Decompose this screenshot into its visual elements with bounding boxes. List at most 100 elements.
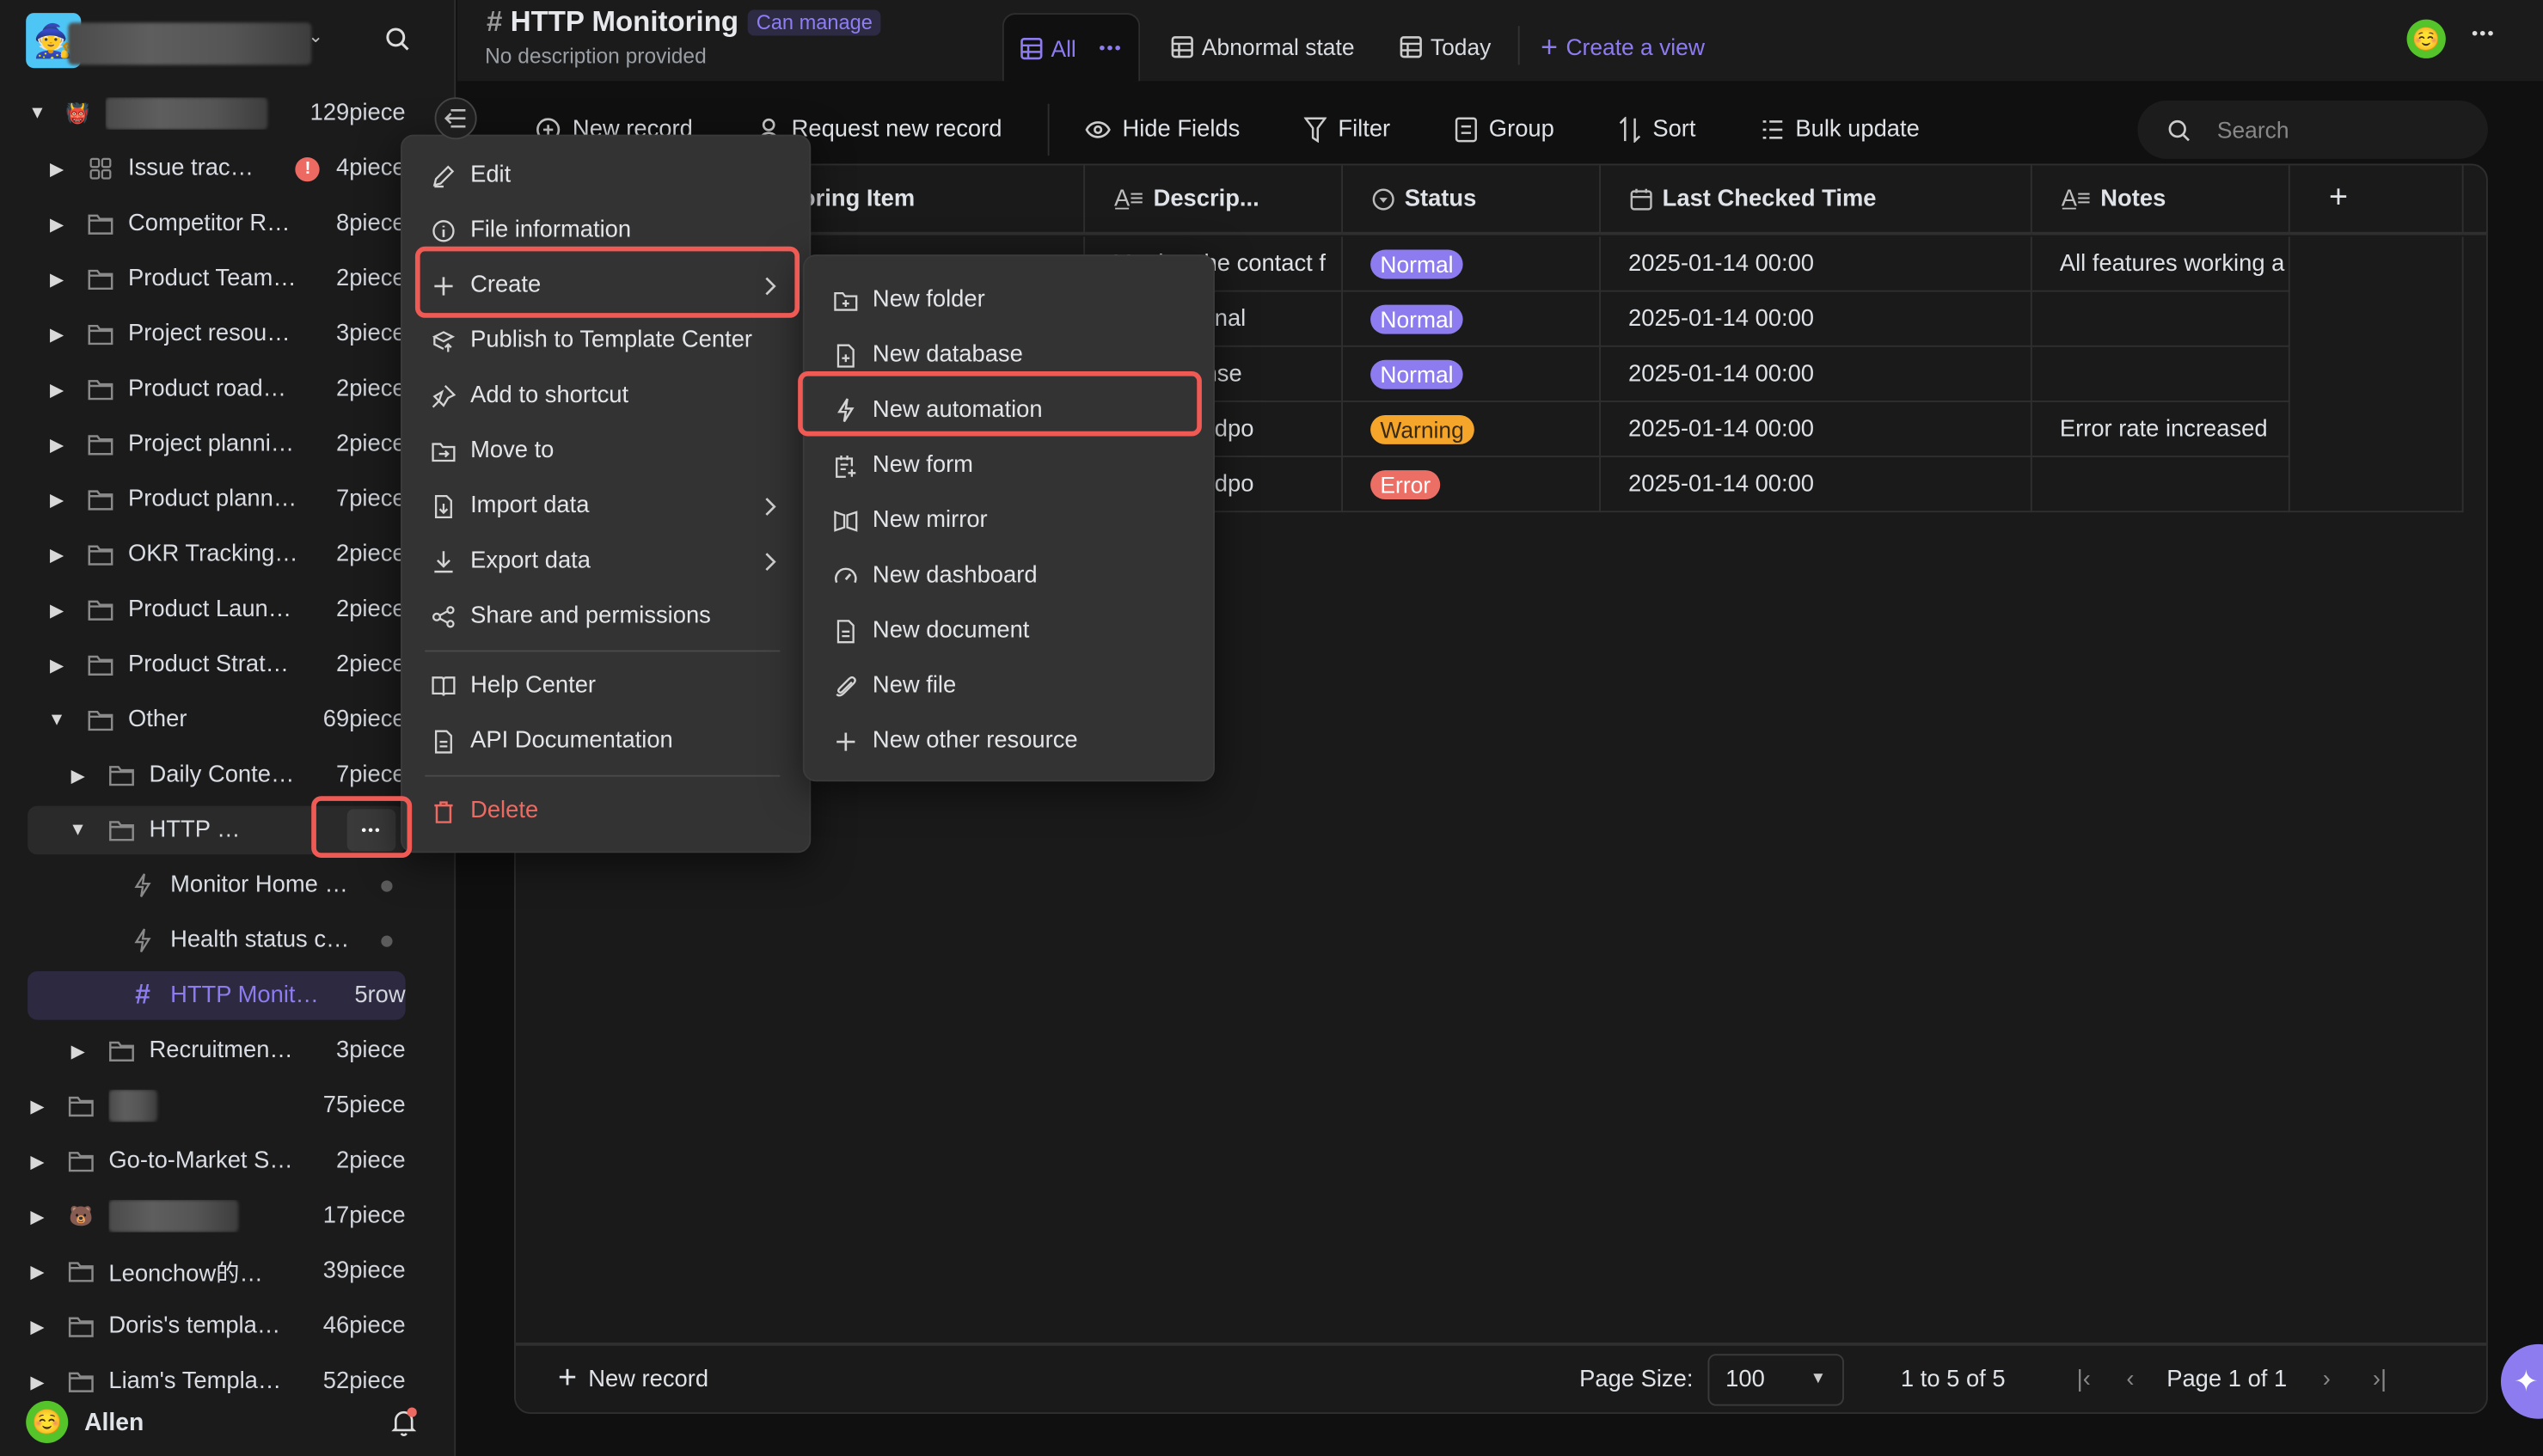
menu-item-import-data[interactable]: Import data bbox=[415, 479, 796, 534]
cell-last-checked-time[interactable]: 2025-01-14 00:00 bbox=[1600, 456, 2032, 513]
collaborator-avatar[interactable]: ☺️ bbox=[2406, 19, 2446, 58]
sidebar-item[interactable]: ▶ 75piece bbox=[28, 1081, 406, 1130]
cell-last-checked-time[interactable]: 2025-01-14 00:00 bbox=[1600, 291, 2032, 347]
sidebar-item[interactable]: Health status c… bbox=[28, 916, 406, 965]
prev-page-icon[interactable]: ‹ bbox=[2126, 1366, 2134, 1392]
caret-right-icon[interactable]: ▶ bbox=[47, 489, 67, 511]
sidebar-item[interactable]: ▶ Issue trac…! 4piece bbox=[28, 144, 406, 193]
sort-button[interactable]: Sort bbox=[1619, 110, 1696, 149]
cell-last-checked-time[interactable]: 2025-01-14 00:00 bbox=[1600, 346, 2032, 402]
menu-item-file-information[interactable]: File information bbox=[415, 203, 796, 258]
view-more-icon[interactable]: ••• bbox=[1099, 38, 1122, 58]
caret-right-icon[interactable]: ▶ bbox=[28, 1206, 47, 1227]
menu-item-create[interactable]: Create bbox=[415, 258, 796, 313]
next-page-icon[interactable]: › bbox=[2323, 1366, 2331, 1392]
column-header-notes[interactable]: A̲≡ Notes bbox=[2031, 165, 2290, 236]
ai-assistant-button[interactable]: ✦ bbox=[2500, 1343, 2543, 1419]
group-button[interactable]: Group bbox=[1455, 110, 1554, 149]
cell-status[interactable]: Normal bbox=[1343, 236, 1601, 292]
filter-button[interactable]: Filter bbox=[1303, 110, 1390, 149]
caret-right-icon[interactable]: ▶ bbox=[47, 158, 67, 180]
view-tab-today[interactable]: Today bbox=[1400, 13, 1491, 81]
sidebar-item[interactable]: ▶ Recruitmen… 3piece bbox=[28, 1026, 406, 1075]
sidebar-item[interactable]: ▶ Product Laun… 2piece bbox=[28, 585, 406, 634]
search-input[interactable]: Search bbox=[2137, 100, 2488, 159]
view-tab-abnormal-state[interactable]: Abnormal state bbox=[1171, 13, 1355, 81]
caret-down-icon[interactable]: ▼ bbox=[47, 710, 67, 730]
caret-right-icon[interactable]: ▶ bbox=[47, 654, 67, 676]
cell-status[interactable]: Warning bbox=[1343, 401, 1601, 457]
cell-notes[interactable] bbox=[2031, 456, 2290, 513]
sidebar-item[interactable]: ▶ Leonchow的… 39piece bbox=[28, 1247, 406, 1296]
menu-item-help-center[interactable]: Help Center bbox=[415, 658, 796, 713]
sidebar-item[interactable]: ▶ Doris's templa… 46piece bbox=[28, 1302, 406, 1351]
cell-status[interactable]: Error bbox=[1343, 456, 1601, 513]
menu-item-new-folder[interactable]: New folder bbox=[818, 272, 1200, 327]
menu-item-new-form[interactable]: New form bbox=[818, 437, 1200, 492]
cell-notes[interactable]: All features working a bbox=[2031, 236, 2290, 292]
hide-fields-button[interactable]: Hide Fields bbox=[1085, 110, 1240, 149]
caret-right-icon[interactable]: ▶ bbox=[47, 378, 67, 400]
column-header-status[interactable]: Status bbox=[1343, 165, 1601, 236]
tree-root[interactable]: ▼ 👹 129piece bbox=[28, 89, 406, 138]
menu-item-new-document[interactable]: New document bbox=[818, 603, 1200, 658]
caret-down-icon[interactable]: ▼ bbox=[68, 821, 88, 841]
cell-notes[interactable]: Error rate increased bbox=[2031, 401, 2290, 457]
collapse-sidebar-button[interactable] bbox=[434, 97, 477, 140]
cell-status[interactable]: Normal bbox=[1343, 346, 1601, 402]
more-button[interactable]: ••• bbox=[346, 809, 396, 852]
caret-right-icon[interactable]: ▶ bbox=[68, 764, 88, 786]
sidebar-item[interactable]: ▶ Product Strat… 2piece bbox=[28, 640, 406, 689]
first-page-icon[interactable]: |‹ bbox=[2077, 1366, 2091, 1392]
menu-item-move-to[interactable]: Move to bbox=[415, 423, 796, 478]
bulk-update-button[interactable]: Bulk update bbox=[1762, 110, 1920, 149]
menu-item-new-dashboard[interactable]: New dashboard bbox=[818, 548, 1200, 603]
view-tab-all[interactable]: All ••• bbox=[1002, 13, 1141, 82]
caret-right-icon[interactable]: ▶ bbox=[28, 1150, 47, 1172]
last-page-icon[interactable]: ›| bbox=[2373, 1366, 2387, 1392]
caret-right-icon[interactable]: ▶ bbox=[28, 1261, 47, 1282]
sidebar-item[interactable]: ▶ 🐻 17piece bbox=[28, 1192, 406, 1241]
sidebar-item[interactable]: ▶ Liam's Templa… 52piece bbox=[28, 1357, 406, 1406]
sidebar-item[interactable]: ▶ Product Team… 2piece bbox=[28, 254, 406, 303]
sidebar-item[interactable]: ▶ Competitor R… 8piece bbox=[28, 199, 406, 248]
menu-item-new-mirror[interactable]: New mirror bbox=[818, 492, 1200, 548]
caret-right-icon[interactable]: ▶ bbox=[28, 1316, 47, 1337]
search-icon[interactable] bbox=[384, 26, 410, 52]
sidebar-item[interactable]: ▶ Product road… 2piece bbox=[28, 364, 406, 413]
workspace-switcher[interactable]: 🧙 ⌄ bbox=[26, 13, 432, 69]
sidebar-item[interactable]: ▶ Project resou… 3piece bbox=[28, 309, 406, 358]
page-size-select[interactable]: 100 ▼ bbox=[1707, 1353, 1844, 1405]
column-header-description[interactable]: A̲≡ Descrip... bbox=[1085, 165, 1344, 236]
cell-notes[interactable] bbox=[2031, 346, 2290, 402]
menu-item-share-and-permissions[interactable]: Share and permissions bbox=[415, 589, 796, 644]
sidebar-item[interactable]: ▶ Product plann… 7piece bbox=[28, 475, 406, 524]
caret-right-icon[interactable]: ▶ bbox=[47, 434, 67, 456]
caret-right-icon[interactable]: ▶ bbox=[47, 599, 67, 621]
create-view-button[interactable]: + Create a view bbox=[1541, 13, 1705, 81]
sidebar-item[interactable]: # HTTP Monit… 5row bbox=[28, 971, 406, 1020]
add-column-button[interactable]: + bbox=[2289, 165, 2464, 236]
sidebar-item[interactable]: ▼ HTTP … ••• bbox=[28, 805, 406, 855]
more-options-icon[interactable]: ••• bbox=[2472, 24, 2495, 44]
sidebar-item[interactable]: ▶ OKR Tracking… 2piece bbox=[28, 530, 406, 579]
menu-item-api-documentation[interactable]: API Documentation bbox=[415, 713, 796, 768]
cell-notes[interactable] bbox=[2031, 291, 2290, 347]
cell-status[interactable]: Normal bbox=[1343, 291, 1601, 347]
column-header-last-checked-time[interactable]: Last Checked Time bbox=[1600, 165, 2032, 236]
caret-right-icon[interactable]: ▶ bbox=[28, 1371, 47, 1392]
caret-right-icon[interactable]: ▶ bbox=[47, 323, 67, 345]
menu-item-edit[interactable]: Edit bbox=[415, 148, 796, 203]
caret-down-icon[interactable]: ▼ bbox=[28, 104, 47, 124]
caret-right-icon[interactable]: ▶ bbox=[47, 268, 67, 290]
cell-last-checked-time[interactable]: 2025-01-14 00:00 bbox=[1600, 401, 2032, 457]
caret-right-icon[interactable]: ▶ bbox=[47, 544, 67, 566]
sidebar-item[interactable]: ▶ Go-to-Market S… 2piece bbox=[28, 1136, 406, 1185]
menu-item-delete[interactable]: Delete bbox=[415, 783, 796, 838]
user-bar[interactable]: ☺️ Allen bbox=[26, 1400, 432, 1443]
sidebar-item[interactable]: ▶ Project planni… 2piece bbox=[28, 420, 406, 469]
menu-item-new-other-resource[interactable]: New other resource bbox=[818, 713, 1200, 768]
menu-item-new-file[interactable]: New file bbox=[818, 658, 1200, 713]
menu-item-publish-to-template-center[interactable]: Publish to Template Center bbox=[415, 313, 796, 368]
menu-item-add-to-shortcut[interactable]: Add to shortcut bbox=[415, 368, 796, 423]
